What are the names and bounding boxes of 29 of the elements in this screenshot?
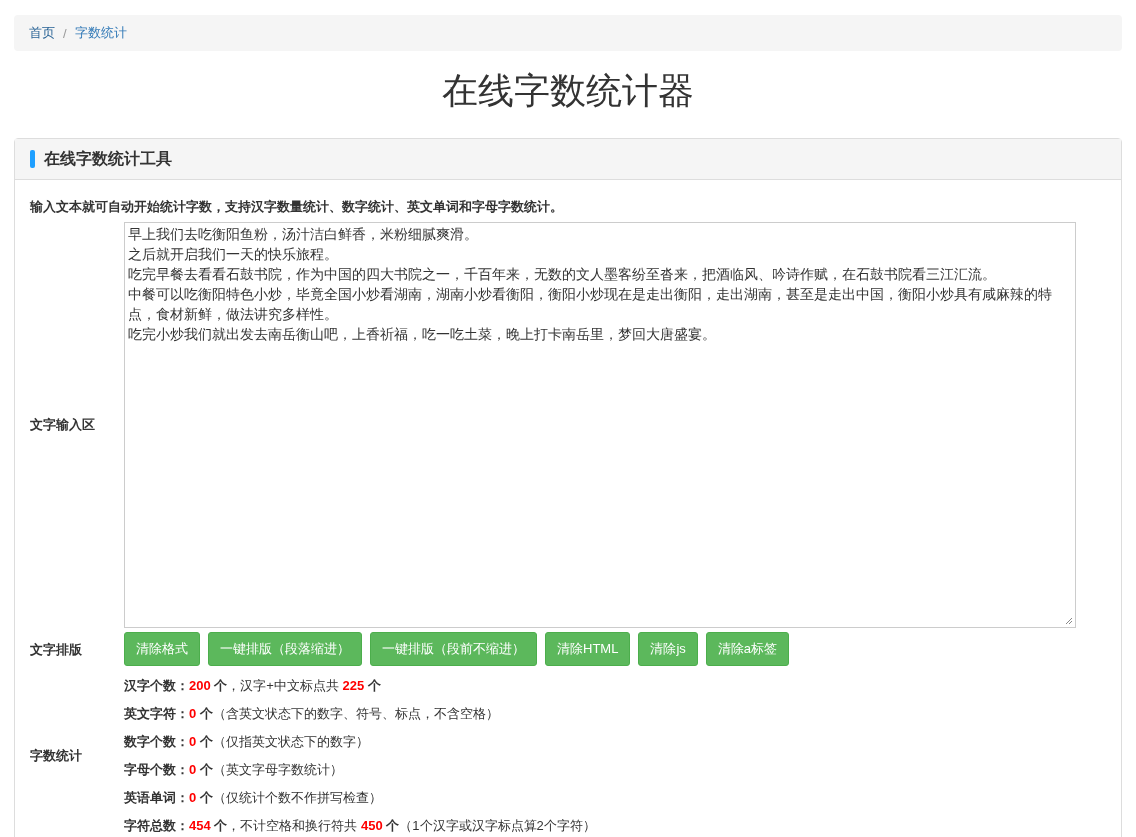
field-label: 文字排版: [30, 641, 83, 659]
format-button[interactable]: 一键排版（段落缩进）: [208, 632, 362, 666]
stat-line: 汉字个数：200 个，汉字+中文标点共 225 个: [124, 677, 382, 695]
text-paragraph: 吃完早餐去看看石鼓书院，作为中国的四大书院之一，千百年来，无数的文人墨客纷至沓来，把酒临风、吟诗作赋，在石鼓书院看三江汇流。: [128, 266, 997, 284]
field-label: 字数统计: [30, 747, 83, 765]
resize-grip-icon[interactable]: [1065, 617, 1073, 625]
format-button[interactable]: 清除格式: [124, 632, 200, 666]
field-label: 文字输入区: [30, 416, 96, 434]
accent-bar-icon: [30, 150, 35, 168]
format-button[interactable]: 清除js: [638, 632, 698, 666]
text-paragraph: 早上我们去吃衡阳鱼粉，汤汁洁白鲜香，米粉细腻爽滑。: [128, 226, 479, 244]
breadcrumb-separator: /: [63, 25, 67, 41]
stat-line: 数字个数：0 个（仅指英文状态下的数字）: [124, 733, 370, 751]
stat-line: 字母个数：0 个（英文字母字数统计）: [124, 761, 344, 779]
text-paragraph: 之后就开启我们一天的快乐旅程。: [128, 246, 339, 264]
stat-line: 英语单词：0 个（仅统计个数不作拼写检查）: [124, 789, 383, 807]
format-button[interactable]: 一键排版（段前不缩进）: [370, 632, 537, 666]
page-title: 在线字数统计器: [441, 69, 695, 113]
description: 输入文本就可自动开始统计字数，支持汉字数量统计、数字统计、英文单词和字母字数统计。: [30, 198, 564, 216]
text-paragraph: 中餐可以吃衡阳特色小炒，毕竟全国小炒看湖南，湖南小炒看衡阳，衡阳小炒现在是走出衡阳，走出湖南，甚至是走出中国，衡阳小炒具有咸麻辣的特点，食材新鲜，做法讲究多样性。: [128, 286, 1053, 324]
stat-line: 英文字符：0 个（含英文状态下的数字、符号、标点，不含空格）: [124, 705, 500, 723]
format-button[interactable]: 清除a标签: [705, 632, 789, 666]
breadcrumb-link[interactable]: 首页: [29, 24, 55, 42]
breadcrumb-link[interactable]: 字数统计: [74, 24, 127, 42]
stat-line: 字符总数：454 个，不计空格和换行符共 450 个（1个汉字或汉字标点算2个字符）: [124, 817, 596, 835]
text-input-area[interactable]: [124, 222, 1076, 628]
panel-title: 在线字数统计工具: [44, 148, 172, 169]
text-paragraph: 吃完小炒我们就出发去南岳衡山吧，上香祈福，吃一吃土菜，晚上打卡南岳里，梦回大唐盛宴。: [128, 326, 717, 344]
format-button[interactable]: 清除HTML: [545, 632, 631, 666]
